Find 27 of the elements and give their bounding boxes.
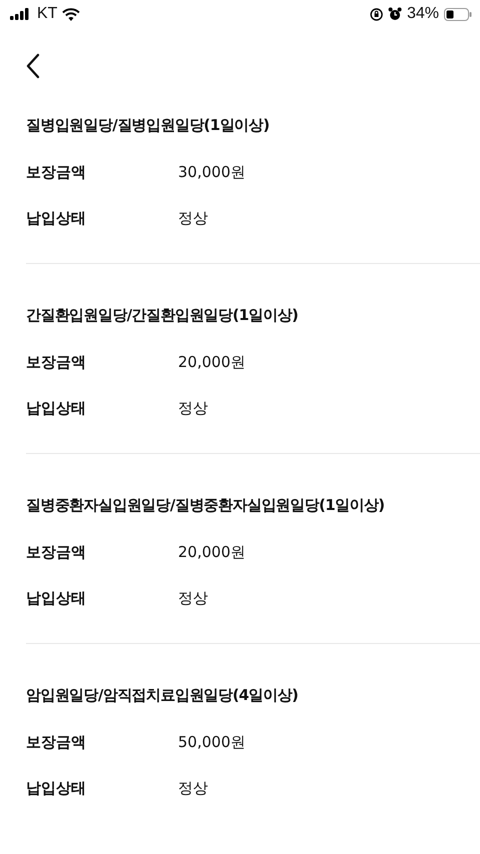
field-value: 정상 xyxy=(178,588,208,608)
battery-icon xyxy=(444,8,472,20)
field-value: 정상 xyxy=(178,208,208,228)
battery-percent: 34% xyxy=(406,5,439,23)
carrier-name: KT xyxy=(37,5,58,23)
alarm-clock-icon xyxy=(388,7,402,21)
field-value: 30,000원 xyxy=(178,162,246,182)
rotation-lock-icon xyxy=(370,8,383,20)
field-label: 납입상태 xyxy=(26,398,87,418)
chevron-left-icon xyxy=(26,53,40,79)
field-label: 보장금액 xyxy=(26,542,87,562)
coverage-title: 간질환입원일당/간질환입원일당(1일이상) xyxy=(26,306,300,325)
coverage-title: 암입원일당/암직접치료입원일당(4일이상) xyxy=(26,686,300,705)
field-label: 납입상태 xyxy=(26,588,87,608)
field-label: 보장금액 xyxy=(26,352,87,372)
field-value: 정상 xyxy=(178,398,208,418)
field-label: 보장금액 xyxy=(26,162,87,182)
field-value: 50,000원 xyxy=(178,732,246,752)
field-value: 20,000원 xyxy=(178,352,246,372)
field-label: 보장금액 xyxy=(26,732,87,752)
coverage-title: 질병입원일당/질병입원일당(1일이상) xyxy=(26,116,270,135)
wifi-icon xyxy=(62,8,80,20)
field-value: 정상 xyxy=(178,778,208,798)
field-label: 납입상태 xyxy=(26,778,87,798)
field-value: 20,000원 xyxy=(178,542,246,562)
coverage-title: 질병중환자실입원일당/질병중환자실입원일당(1일이상) xyxy=(26,496,386,515)
field-label: 납입상태 xyxy=(26,208,87,228)
